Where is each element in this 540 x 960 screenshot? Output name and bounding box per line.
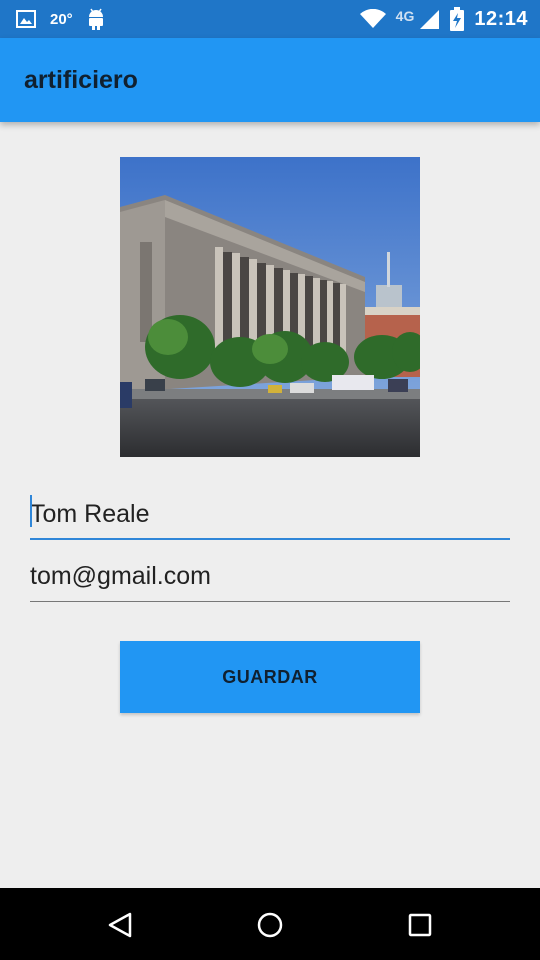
back-icon[interactable]	[100, 905, 140, 945]
name-field[interactable]	[30, 490, 510, 540]
text-cursor	[30, 495, 32, 527]
android-icon	[87, 8, 105, 30]
network-type-text: 4G	[395, 8, 415, 24]
building-photo	[120, 157, 420, 457]
save-button[interactable]: GUARDAR	[120, 641, 420, 713]
recents-icon[interactable]	[400, 905, 440, 945]
app-bar: artificiero	[0, 38, 540, 122]
email-input[interactable]	[30, 552, 510, 601]
temperature-text: 20°	[50, 10, 73, 28]
name-input[interactable]	[30, 490, 510, 538]
gallery-icon	[16, 10, 36, 28]
battery-charging-icon	[450, 7, 465, 31]
status-bar: 20° 4G 12:14	[0, 0, 540, 38]
app-title: artificiero	[24, 65, 138, 94]
clock-text: 12:14	[474, 7, 528, 30]
navigation-bar	[0, 888, 540, 960]
wifi-icon	[359, 9, 386, 29]
signal-icon	[418, 8, 440, 30]
email-field[interactable]	[30, 552, 510, 602]
home-icon[interactable]	[250, 905, 290, 945]
